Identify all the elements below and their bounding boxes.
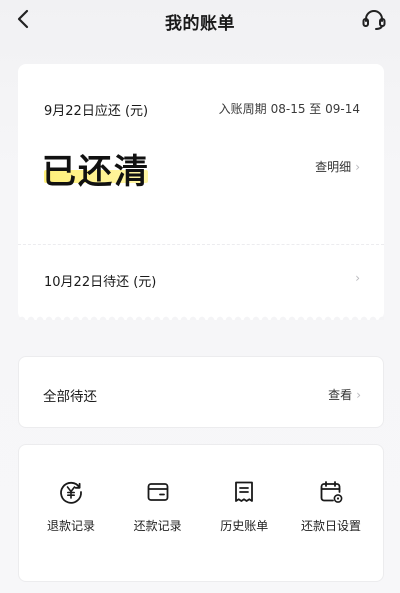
chevron-right-icon: › xyxy=(355,159,360,174)
billing-period-range: 08-15 至 09-14 xyxy=(270,102,360,116)
history-bills-button[interactable]: 历史账单 xyxy=(202,479,286,534)
next-due-label[interactable]: 10月22日待还 (元) xyxy=(44,271,156,290)
chevron-right-icon: › xyxy=(356,387,361,402)
refund-records-button[interactable]: 退款记录 xyxy=(29,479,113,534)
customer-service-button[interactable] xyxy=(360,6,388,34)
repayment-records-button[interactable]: 还款记录 xyxy=(116,479,200,534)
all-pending-card[interactable]: 全部待还 查看 › xyxy=(18,356,384,428)
billing-period-label: 入账周期 xyxy=(218,102,267,116)
dashed-divider xyxy=(18,244,384,245)
all-pending-label: 全部待还 xyxy=(43,389,97,405)
calendar-settings-icon xyxy=(320,481,343,503)
repayment-day-settings-label: 还款日设置 xyxy=(300,519,361,533)
top-navigation-bar: 我的账单 xyxy=(0,0,400,40)
repayment-day-settings-button[interactable]: 还款日设置 xyxy=(289,479,373,534)
view-details-link[interactable]: 查明细 › xyxy=(315,158,360,175)
view-pending-link[interactable]: 查看 › xyxy=(328,386,361,403)
paid-status: 已还清 xyxy=(42,152,150,192)
quick-actions-card: 退款记录 还款记录 历史账单 还款日设置 xyxy=(18,444,384,582)
page-title: 我的账单 xyxy=(165,14,235,34)
customer-service-headset-icon xyxy=(362,10,386,30)
repayment-records-label: 还款记录 xyxy=(133,519,182,533)
wallet-card-icon xyxy=(147,483,169,501)
perforated-edge xyxy=(18,314,384,320)
history-bills-label: 历史账单 xyxy=(220,519,269,533)
current-bill-card: 9月22日应还 (元) 入账周期 08-15 至 09-14 已还清 查明细 › … xyxy=(18,64,384,320)
billing-period: 入账周期 08-15 至 09-14 xyxy=(219,100,360,117)
quick-actions-row: 退款记录 还款记录 历史账单 还款日设置 xyxy=(29,479,373,534)
view-pending-label: 查看 xyxy=(328,388,353,402)
current-due-label: 9月22日应还 (元) xyxy=(44,104,149,119)
view-details-label: 查明细 xyxy=(315,160,352,174)
refund-yen-icon xyxy=(60,481,82,504)
chevron-right-icon[interactable]: › xyxy=(355,271,360,285)
refund-records-label: 退款记录 xyxy=(46,519,95,533)
receipt-icon xyxy=(235,481,254,502)
